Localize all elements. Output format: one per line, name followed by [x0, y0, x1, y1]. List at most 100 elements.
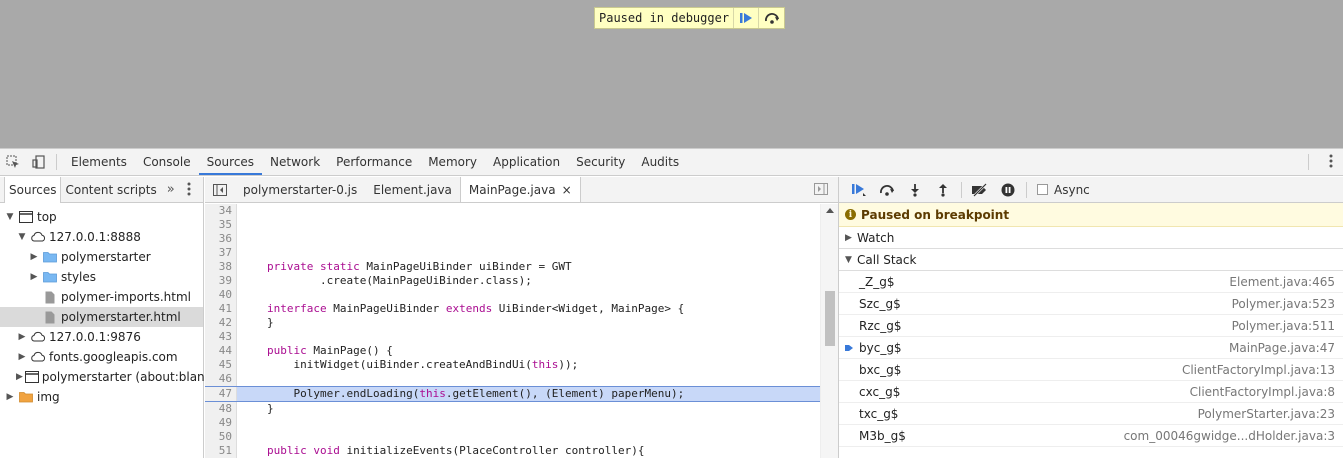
- expand-arrow-icon[interactable]: ▶: [4, 392, 16, 402]
- line-number[interactable]: 34: [205, 204, 237, 218]
- more-tabs-button[interactable]: »: [167, 182, 175, 197]
- line-number[interactable]: 36: [205, 232, 237, 246]
- code-line[interactable]: 39 .create(MainPageUiBinder.class);: [205, 274, 820, 288]
- line-number[interactable]: 42: [205, 316, 237, 330]
- tab-content-scripts[interactable]: Content scripts: [61, 177, 160, 203]
- collapse-arrow-icon[interactable]: ▼: [4, 212, 16, 222]
- scrollbar-thumb[interactable]: [825, 291, 835, 346]
- line-number[interactable]: 37: [205, 246, 237, 260]
- line-number[interactable]: 44: [205, 344, 237, 358]
- devtools-menu-button[interactable]: [1329, 154, 1333, 171]
- frame-location-link[interactable]: Polymer.java:523: [1232, 297, 1343, 311]
- editor-scrollbar[interactable]: [820, 204, 838, 458]
- expand-arrow-icon[interactable]: ▶: [28, 272, 40, 282]
- line-number[interactable]: 35: [205, 218, 237, 232]
- tree-item[interactable]: ▼ 127.0.0.1:8888: [0, 227, 203, 247]
- tab-network[interactable]: Network: [262, 149, 328, 175]
- call-frame[interactable]: txc_g$ PolymerStarter.java:23: [839, 403, 1343, 425]
- code-line[interactable]: 49: [205, 416, 820, 430]
- call-frame[interactable]: byc_g$ MainPage.java:47: [839, 337, 1343, 359]
- async-checkbox[interactable]: [1037, 184, 1048, 195]
- tree-item[interactable]: ▶ polymerstarter: [0, 247, 203, 267]
- tree-item[interactable]: polymerstarter.html: [0, 307, 203, 327]
- editor-tab-element-java[interactable]: Element.java: [365, 177, 460, 202]
- code-line[interactable]: 42}: [205, 316, 820, 330]
- line-number[interactable]: 40: [205, 288, 237, 302]
- expand-arrow-icon[interactable]: ▶: [16, 372, 23, 382]
- code-line[interactable]: 41 interface MainPageUiBinder extends UiB…: [205, 302, 820, 316]
- call-frame[interactable]: M3b_g$ com_00046gwidge...dHolder.java:3: [839, 425, 1343, 447]
- frame-location-link[interactable]: MainPage.java:47: [1229, 341, 1343, 355]
- scroll-up-icon[interactable]: [826, 208, 834, 213]
- frame-location-link[interactable]: PolymerStarter.java:23: [1198, 407, 1343, 421]
- call-frame[interactable]: Rzc_g$ Polymer.java:511: [839, 315, 1343, 337]
- tree-item[interactable]: ▼ top: [0, 207, 203, 227]
- call-frame[interactable]: _Z_g$ Element.java:465: [839, 271, 1343, 293]
- deactivate-breakpoints-button[interactable]: [966, 178, 994, 202]
- editor-tab-mainpage-java[interactable]: MainPage.java ×: [459, 177, 581, 202]
- expand-arrow-icon[interactable]: ▶: [16, 352, 28, 362]
- resume-button[interactable]: [845, 178, 873, 202]
- inspect-element-button[interactable]: [0, 149, 26, 175]
- code-line[interactable]: 36: [205, 232, 820, 246]
- frame-location-link[interactable]: ClientFactoryImpl.java:13: [1182, 363, 1343, 377]
- code-area[interactable]: 34 35 36 37 38 private static MainPageUiBinde…: [205, 204, 820, 458]
- code-line[interactable]: 40: [205, 288, 820, 302]
- code-line[interactable]: 44 public MainPage() {: [205, 344, 820, 358]
- tree-item[interactable]: ▶ img: [0, 387, 203, 407]
- tree-item[interactable]: ▶ fonts.googleapis.com: [0, 347, 203, 367]
- code-line[interactable]: 43: [205, 330, 820, 344]
- frame-location-link[interactable]: Polymer.java:511: [1232, 319, 1343, 333]
- line-number[interactable]: 41: [205, 302, 237, 316]
- tab-performance[interactable]: Performance: [328, 149, 420, 175]
- tab-sources[interactable]: Sources: [198, 149, 263, 175]
- toggle-navigator-button[interactable]: [205, 177, 235, 202]
- editor-tab-polymerstarter-js[interactable]: polymerstarter-0.js: [235, 177, 365, 202]
- call-stack-section-header[interactable]: ▼ Call Stack: [839, 249, 1343, 271]
- step-out-button[interactable]: [929, 178, 957, 202]
- close-tab-icon[interactable]: ×: [562, 183, 572, 197]
- line-number[interactable]: 46: [205, 372, 237, 386]
- expand-arrow-icon[interactable]: ▶: [16, 332, 28, 342]
- line-number[interactable]: 43: [205, 330, 237, 344]
- line-number[interactable]: 47: [205, 387, 237, 401]
- code-line[interactable]: 34: [205, 204, 820, 218]
- line-number[interactable]: 49: [205, 416, 237, 430]
- tree-item[interactable]: ▶ 127.0.0.1:9876: [0, 327, 203, 347]
- tab-console[interactable]: Console: [135, 149, 199, 175]
- line-number[interactable]: 45: [205, 358, 237, 372]
- line-number[interactable]: 51: [205, 444, 237, 458]
- tree-item[interactable]: ▶ styles: [0, 267, 203, 287]
- frame-location-link[interactable]: com_00046gwidge...dHolder.java:3: [1124, 429, 1343, 443]
- tab-memory[interactable]: Memory: [420, 149, 485, 175]
- code-line[interactable]: 46: [205, 372, 820, 386]
- tab-security[interactable]: Security: [568, 149, 633, 175]
- resume-button[interactable]: [734, 8, 760, 28]
- call-frame[interactable]: Szc_g$ Polymer.java:523: [839, 293, 1343, 315]
- tab-navigator-sources[interactable]: Sources: [4, 176, 62, 203]
- line-number[interactable]: 39: [205, 274, 237, 288]
- toggle-debugger-button[interactable]: [814, 183, 828, 198]
- navigator-menu-button[interactable]: [187, 182, 191, 199]
- line-number[interactable]: 48: [205, 402, 237, 416]
- code-line[interactable]: 38 private static MainPageUiBinder uiBind…: [205, 260, 820, 274]
- frame-location-link[interactable]: ClientFactoryImpl.java:8: [1190, 385, 1343, 399]
- line-number[interactable]: 50: [205, 430, 237, 444]
- code-line[interactable]: 51 public void initializeEvents(PlaceCont…: [205, 444, 820, 458]
- code-line[interactable]: 35: [205, 218, 820, 232]
- tab-application[interactable]: Application: [485, 149, 568, 175]
- call-frame[interactable]: bxc_g$ ClientFactoryImpl.java:13: [839, 359, 1343, 381]
- pause-on-exceptions-button[interactable]: [994, 178, 1022, 202]
- step-into-button[interactable]: [901, 178, 929, 202]
- code-line[interactable]: 45 initWidget(uiBinder.createAndBindUi(t…: [205, 358, 820, 372]
- code-line[interactable]: 37: [205, 246, 820, 260]
- step-over-button[interactable]: [873, 178, 901, 202]
- expand-arrow-icon[interactable]: ▶: [28, 252, 40, 262]
- tree-item[interactable]: ▶ polymerstarter (about:blank): [0, 367, 216, 387]
- code-line[interactable]: 50: [205, 430, 820, 444]
- tab-audits[interactable]: Audits: [633, 149, 687, 175]
- device-toolbar-button[interactable]: [26, 149, 52, 175]
- code-line[interactable]: 48}: [205, 402, 820, 416]
- current-execution-line[interactable]: 47 Polymer.endLoading(this.getElement(),…: [205, 386, 820, 402]
- call-frame[interactable]: cxc_g$ ClientFactoryImpl.java:8: [839, 381, 1343, 403]
